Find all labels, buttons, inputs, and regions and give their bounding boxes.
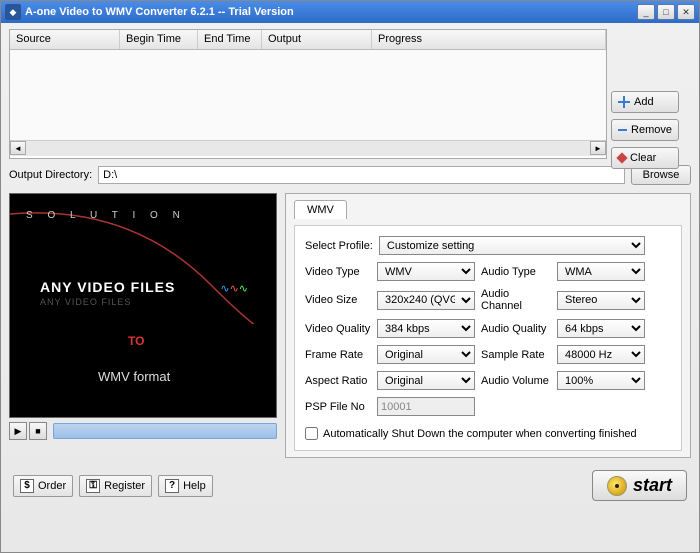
tab-wmv[interactable]: WMV: [294, 200, 347, 219]
dollar-icon: $: [20, 479, 34, 493]
aspect-ratio-label: Aspect Ratio: [305, 375, 371, 387]
profile-select[interactable]: Customize setting: [379, 236, 645, 255]
window-title: A-one Video to WMV Converter 6.2.1 -- Tr…: [25, 6, 637, 18]
stop-button[interactable]: ■: [29, 422, 47, 440]
frame-rate-label: Frame Rate: [305, 349, 371, 361]
sample-rate-select[interactable]: 48000 Hz: [557, 345, 645, 364]
profile-label: Select Profile:: [305, 240, 373, 252]
preview-text-solution: S O L U T I O N: [26, 210, 186, 221]
preview-text-anyfiles: ANY VIDEO FILES: [40, 279, 175, 295]
audio-channel-label: Audio Channel: [481, 288, 551, 312]
register-button[interactable]: ⚿ Register: [79, 475, 152, 497]
col-end-time[interactable]: End Time: [198, 30, 262, 49]
app-icon: ◆: [5, 4, 21, 20]
video-type-label: Video Type: [305, 266, 371, 278]
frame-rate-select[interactable]: Original: [377, 345, 475, 364]
audio-volume-label: Audio Volume: [481, 375, 551, 387]
scroll-left-icon[interactable]: ◄: [10, 141, 26, 155]
output-dir-label: Output Directory:: [9, 169, 92, 181]
remove-label: Remove: [631, 124, 672, 136]
register-label: Register: [104, 480, 145, 492]
video-quality-label: Video Quality: [305, 323, 371, 335]
order-button[interactable]: $ Order: [13, 475, 73, 497]
settings-panel: WMV Select Profile: Customize setting Vi…: [285, 193, 691, 458]
clear-label: Clear: [630, 152, 656, 164]
start-label: start: [633, 475, 672, 496]
start-button[interactable]: start: [592, 470, 687, 501]
preview-text-format: WMV format: [98, 369, 170, 384]
clear-icon: [616, 152, 627, 163]
preview-text-to: TO: [128, 334, 144, 348]
add-label: Add: [634, 96, 654, 108]
audio-volume-select[interactable]: 100%: [557, 371, 645, 390]
help-label: Help: [183, 480, 206, 492]
col-begin-time[interactable]: Begin Time: [120, 30, 198, 49]
audio-type-select[interactable]: WMA: [557, 262, 645, 281]
psp-file-input[interactable]: [377, 397, 475, 416]
play-button[interactable]: ▶: [9, 422, 27, 440]
scroll-track[interactable]: [26, 141, 590, 156]
titlebar: ◆ A-one Video to WMV Converter 6.2.1 -- …: [1, 1, 699, 23]
col-source[interactable]: Source: [10, 30, 120, 49]
audio-channel-select[interactable]: Stereo: [557, 291, 645, 310]
audio-quality-select[interactable]: 64 kbps: [557, 319, 645, 338]
video-size-select[interactable]: 320x240 (QVGA): [377, 291, 475, 310]
key-icon: ⚿: [86, 479, 100, 493]
video-quality-select[interactable]: 384 kbps: [377, 319, 475, 338]
h-scrollbar[interactable]: ◄ ►: [10, 140, 606, 156]
audio-quality-label: Audio Quality: [481, 323, 551, 335]
output-dir-input[interactable]: [98, 166, 625, 184]
file-list: Source Begin Time End Time Output Progre…: [9, 29, 607, 159]
psp-file-label: PSP File No: [305, 401, 371, 413]
disc-icon: [607, 476, 627, 496]
shutdown-checkbox[interactable]: [305, 427, 318, 440]
seek-slider[interactable]: [53, 423, 277, 439]
minus-icon: [618, 129, 627, 131]
table-header: Source Begin Time End Time Output Progre…: [10, 30, 606, 50]
wave-icon: ∿∿∿: [220, 272, 248, 298]
video-size-label: Video Size: [305, 294, 371, 306]
shutdown-label: Automatically Shut Down the computer whe…: [323, 428, 637, 440]
preview-text-reflection: ANY VIDEO FILES: [40, 297, 131, 307]
video-type-select[interactable]: WMV: [377, 262, 475, 281]
col-output[interactable]: Output: [262, 30, 372, 49]
close-button[interactable]: ✕: [677, 4, 695, 20]
col-progress[interactable]: Progress: [372, 30, 606, 49]
maximize-button[interactable]: □: [657, 4, 675, 20]
audio-type-label: Audio Type: [481, 266, 551, 278]
clear-button[interactable]: Clear: [611, 147, 679, 169]
remove-button[interactable]: Remove: [611, 119, 679, 141]
sample-rate-label: Sample Rate: [481, 349, 551, 361]
table-body[interactable]: [10, 50, 606, 140]
plus-icon: [618, 101, 630, 103]
help-button[interactable]: ? Help: [158, 475, 213, 497]
question-icon: ?: [165, 479, 179, 493]
order-label: Order: [38, 480, 66, 492]
aspect-ratio-select[interactable]: Original: [377, 371, 475, 390]
add-button[interactable]: Add: [611, 91, 679, 113]
scroll-right-icon[interactable]: ►: [590, 141, 606, 155]
preview-video: S O L U T I O N ANY VIDEO FILES ANY VIDE…: [9, 193, 277, 418]
minimize-button[interactable]: _: [637, 4, 655, 20]
